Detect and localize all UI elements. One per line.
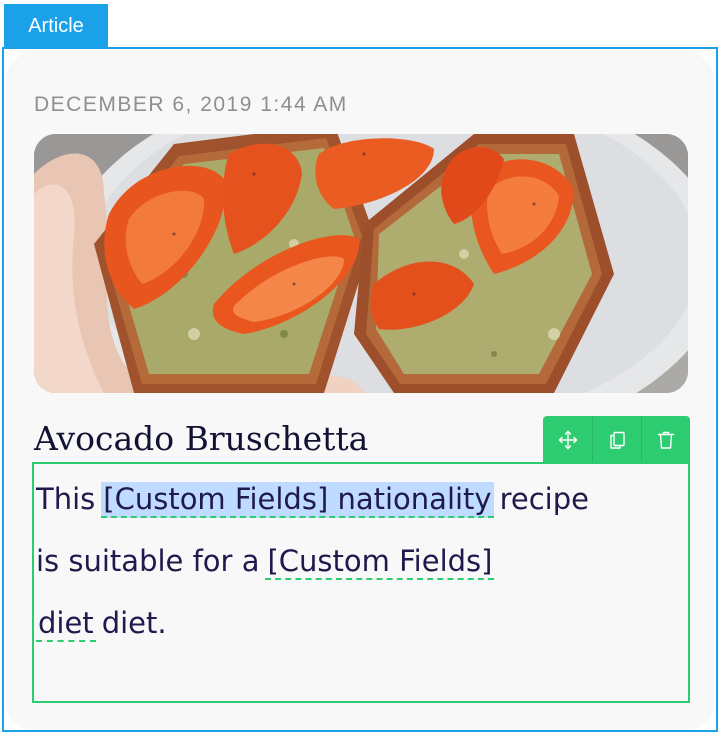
- delete-icon[interactable]: [641, 416, 690, 463]
- post-date: DECEMBER 6, 2019 1:44 AM: [34, 93, 348, 116]
- post-body-text[interactable]: This [Custom Fields] nationality recipe is…: [36, 468, 688, 654]
- post-featured-image: [34, 134, 688, 393]
- post-title[interactable]: Avocado Bruschetta: [34, 418, 368, 460]
- body-line-2: is suitable for a [Custom Fields]: [36, 530, 688, 592]
- body-text-fragment: diet.: [101, 606, 167, 640]
- article-badge[interactable]: Article: [4, 4, 108, 48]
- body-line-1: This [Custom Fields] nationality recipe: [36, 468, 688, 530]
- body-text-fragment: This: [36, 482, 96, 516]
- move-icon[interactable]: [543, 416, 592, 463]
- body-text-fragment: is suitable for a: [36, 544, 260, 578]
- body-text-fragment: recipe: [499, 482, 589, 516]
- custom-field-nationality[interactable]: [Custom Fields] nationality: [101, 482, 494, 518]
- custom-field-diet-continued[interactable]: diet: [36, 606, 96, 642]
- duplicate-icon[interactable]: [592, 416, 641, 463]
- custom-field-diet[interactable]: [Custom Fields]: [265, 544, 495, 580]
- body-line-3: diet diet.: [36, 592, 688, 654]
- block-toolbar: [543, 416, 690, 463]
